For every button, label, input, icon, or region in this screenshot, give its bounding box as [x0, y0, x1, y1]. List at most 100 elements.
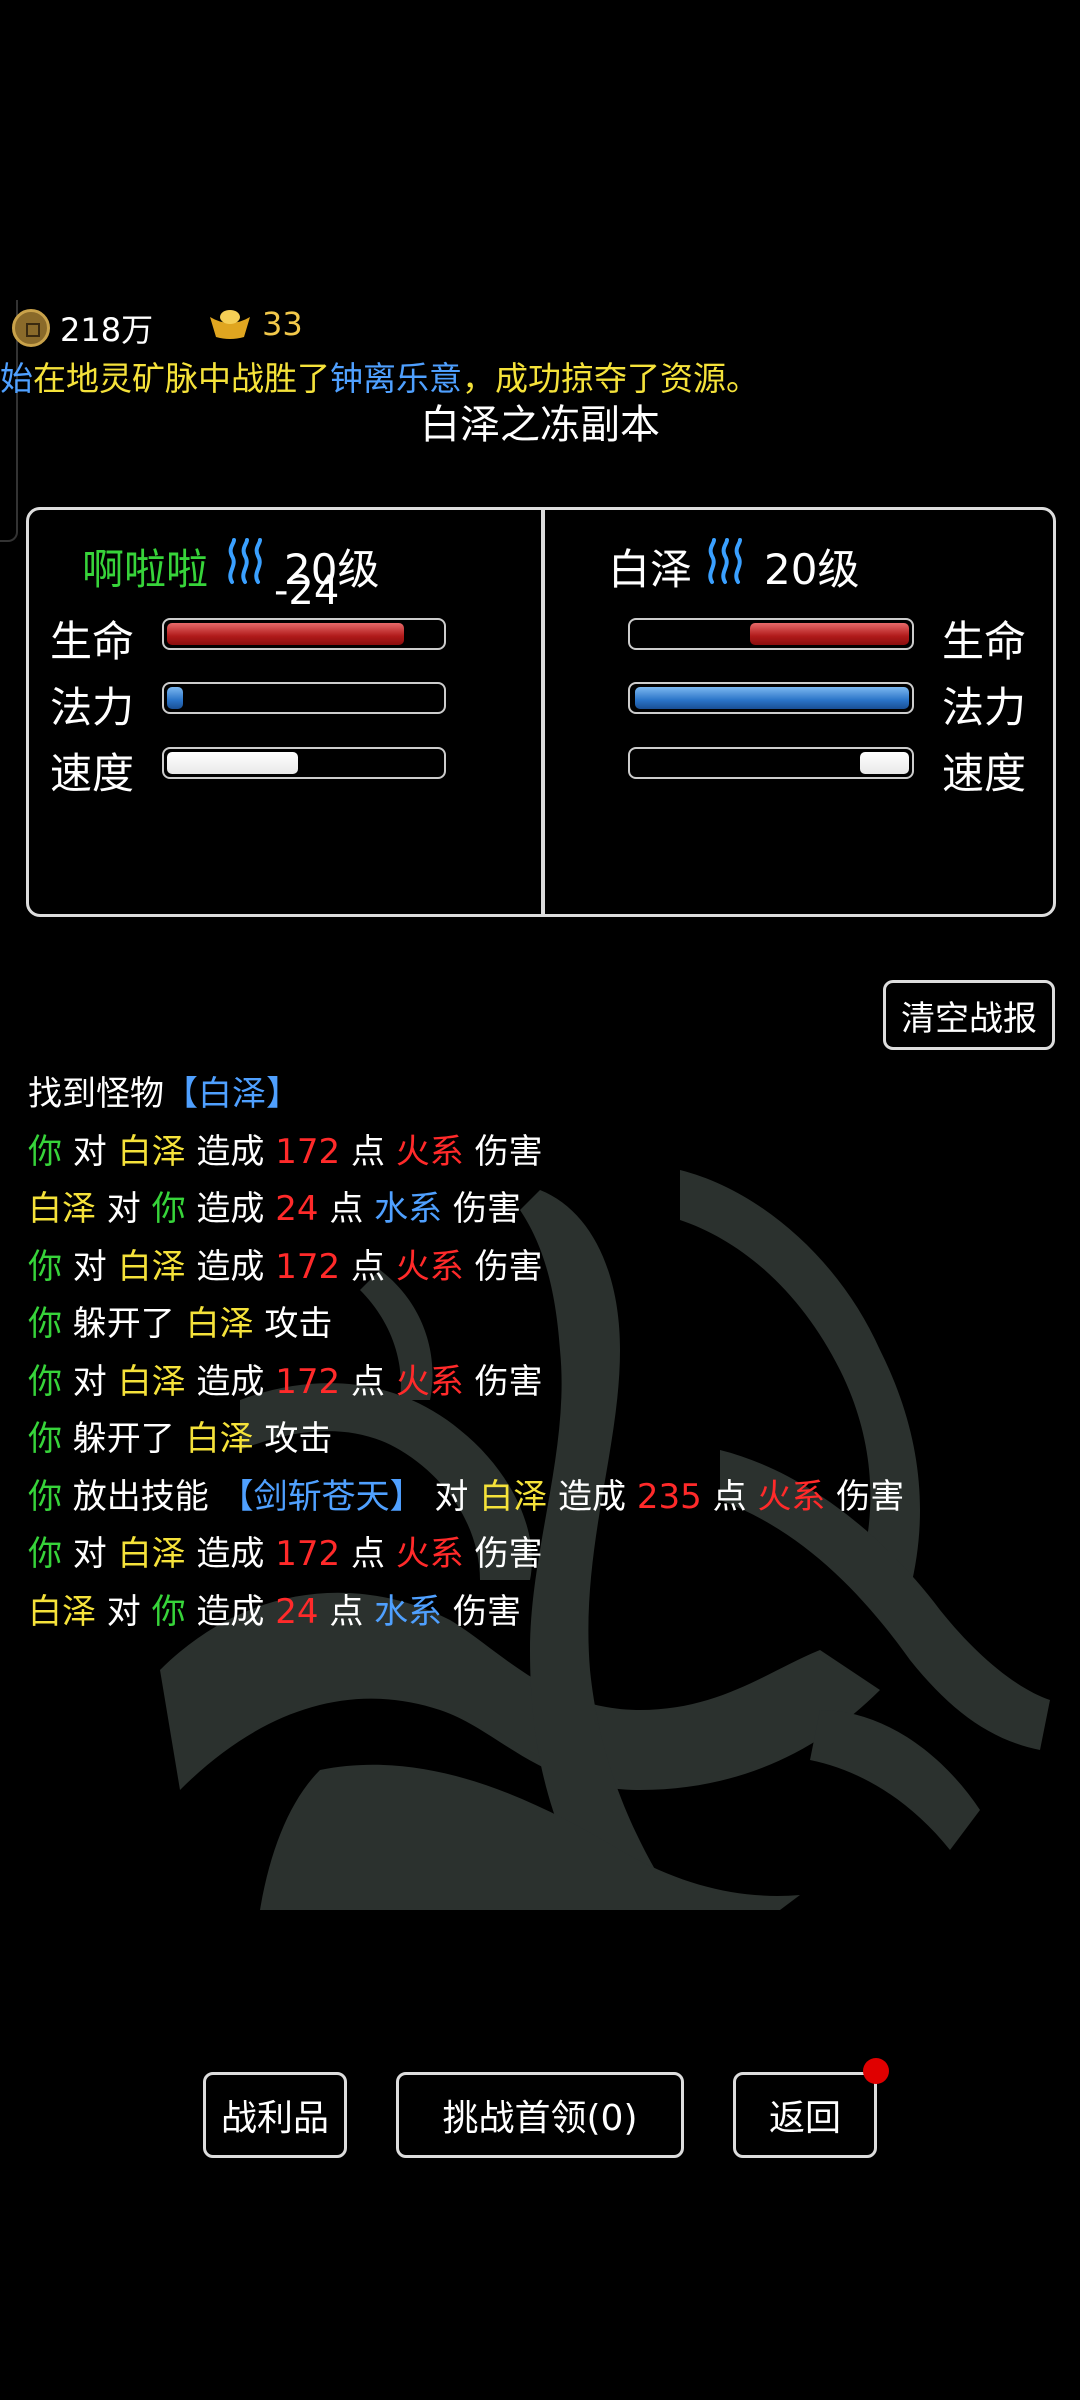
log-found-line: 找到怪物【白泽】	[28, 1066, 1058, 1124]
log-segment: 24	[275, 1591, 319, 1632]
enemy-mp-fill	[635, 687, 909, 709]
log-segment: 火系	[395, 1361, 464, 1402]
enemy-hp-bar	[628, 618, 914, 650]
log-line: 你 躲开了 白泽 攻击	[28, 1296, 1058, 1354]
enemy-mp-bar	[628, 682, 914, 714]
log-segment: 点	[701, 1476, 758, 1517]
log-segment: 24	[275, 1189, 319, 1229]
enemy-name: 白泽	[608, 545, 693, 594]
gold-amount: 33	[262, 305, 303, 343]
enemy-mp-label: 法力	[942, 683, 1027, 732]
log-segment: 白泽	[479, 1476, 548, 1517]
log-segment: 你	[28, 1246, 62, 1287]
log-segment: 点	[340, 1246, 396, 1287]
player-hp-label: 生命	[50, 617, 135, 666]
log-segment: 点	[318, 1189, 375, 1229]
notification-dot	[863, 2058, 889, 2084]
battle-log: 找到怪物【白泽】 你 对 白泽 造成 172 点 火系 伤害 白泽 对 你 造成 …	[28, 1066, 1058, 1641]
log-segment: 你	[28, 1476, 62, 1517]
log-segment: 白泽	[28, 1591, 96, 1632]
log-segment: 点	[318, 1591, 375, 1632]
log-segment: 造成	[547, 1476, 637, 1517]
enemy-hp-label: 生命	[942, 617, 1027, 666]
log-segment: 伤害	[442, 1591, 521, 1632]
log-segment: 点	[340, 1361, 396, 1402]
player-mp-label: 法力	[50, 683, 135, 732]
gold-display: 33	[208, 305, 303, 343]
log-segment: 对	[62, 1131, 118, 1172]
log-segment: 水系	[374, 1189, 443, 1229]
log-segment: 造成	[185, 1246, 276, 1287]
panel-divider	[541, 507, 545, 917]
log-segment: 你	[151, 1189, 186, 1229]
log-segment: 你	[28, 1534, 62, 1574]
log-segment: 172	[275, 1361, 341, 1402]
log-segment: 造成	[185, 1534, 276, 1574]
log-segment: 点	[340, 1534, 396, 1574]
player-speed-fill	[167, 752, 298, 774]
aura-icon	[228, 538, 262, 584]
log-line: 你 对 白泽 造成 172 点 火系 伤害	[28, 1239, 1058, 1297]
log-segment: 白泽	[117, 1534, 186, 1574]
log-segment: 你	[28, 1419, 62, 1459]
log-segment: 躲开了	[62, 1304, 186, 1344]
back-button[interactable]: 返回	[733, 2072, 877, 2158]
log-found-monster: 【白泽】	[164, 1074, 300, 1114]
enemy-hp-fill	[750, 623, 909, 645]
log-segment: 伤害	[463, 1361, 543, 1402]
player-speed-bar	[162, 747, 446, 779]
challenge-boss-button[interactable]: 挑战首领(0)	[396, 2072, 684, 2158]
coin-display: 218万	[12, 305, 153, 351]
log-segment: 火系	[395, 1246, 464, 1287]
log-line: 你 对 白泽 造成 172 点 火系 伤害	[28, 1354, 1058, 1412]
damage-float: -24	[274, 568, 340, 614]
log-segment: 伤害	[442, 1189, 521, 1229]
log-line: 白泽 对 你 造成 24 点 水系 伤害	[28, 1181, 1058, 1239]
log-segment: 造成	[185, 1591, 276, 1632]
clear-log-button[interactable]: 清空战报	[883, 980, 1055, 1050]
log-segment: 白泽	[117, 1131, 186, 1172]
log-segment: 对	[62, 1534, 118, 1574]
log-segment: 对	[62, 1246, 118, 1287]
log-segment: 白泽	[185, 1304, 254, 1344]
log-segment: 对	[423, 1476, 480, 1517]
log-segment: 伤害	[463, 1246, 543, 1287]
log-segment: 放出技能	[62, 1476, 220, 1517]
loot-button[interactable]: 战利品	[203, 2072, 347, 2158]
log-segment: 对	[62, 1361, 118, 1402]
enemy-speed-bar	[628, 747, 914, 779]
coin-amount: 218万	[60, 311, 154, 349]
log-segment: 造成	[185, 1361, 276, 1402]
log-segment: 白泽	[185, 1419, 254, 1459]
player-hp-fill	[167, 623, 404, 645]
log-segment: 伤害	[463, 1534, 543, 1574]
log-found-prefix: 找到怪物	[28, 1074, 164, 1114]
log-segment: 水系	[374, 1591, 443, 1632]
aura-icon	[708, 538, 742, 584]
log-segment: 攻击	[253, 1419, 333, 1459]
log-segment: 172	[275, 1246, 341, 1287]
log-lines: 你 对 白泽 造成 172 点 火系 伤害 白泽 对 你 造成 24 点 水系 伤…	[28, 1124, 1058, 1642]
log-segment: 你	[28, 1131, 62, 1172]
log-segment: 对	[96, 1189, 152, 1229]
player-mp-fill	[167, 687, 183, 709]
log-segment: 伤害	[825, 1476, 905, 1517]
log-segment: 172	[275, 1131, 341, 1172]
log-segment: 你	[28, 1304, 62, 1344]
log-segment: 白泽	[117, 1246, 186, 1287]
log-line: 你 对 白泽 造成 172 点 火系 伤害	[28, 1124, 1058, 1182]
player-hp-bar	[162, 618, 446, 650]
log-line: 你 对 白泽 造成 172 点 火系 伤害	[28, 1526, 1058, 1584]
coin-icon	[12, 309, 50, 347]
log-segment: 235	[636, 1476, 702, 1517]
log-segment: 火系	[395, 1131, 464, 1172]
player-speed-label: 速度	[50, 749, 135, 798]
player-name: 啊啦啦	[82, 545, 209, 594]
enemy-level: 20级	[764, 545, 860, 594]
log-segment: 【剑斩苍天】	[219, 1476, 424, 1517]
gold-ingot-icon	[210, 310, 250, 339]
log-segment: 伤害	[463, 1131, 543, 1172]
player-mp-bar	[162, 682, 446, 714]
log-segment: 点	[340, 1131, 396, 1172]
log-line: 你 躲开了 白泽 攻击	[28, 1411, 1058, 1469]
